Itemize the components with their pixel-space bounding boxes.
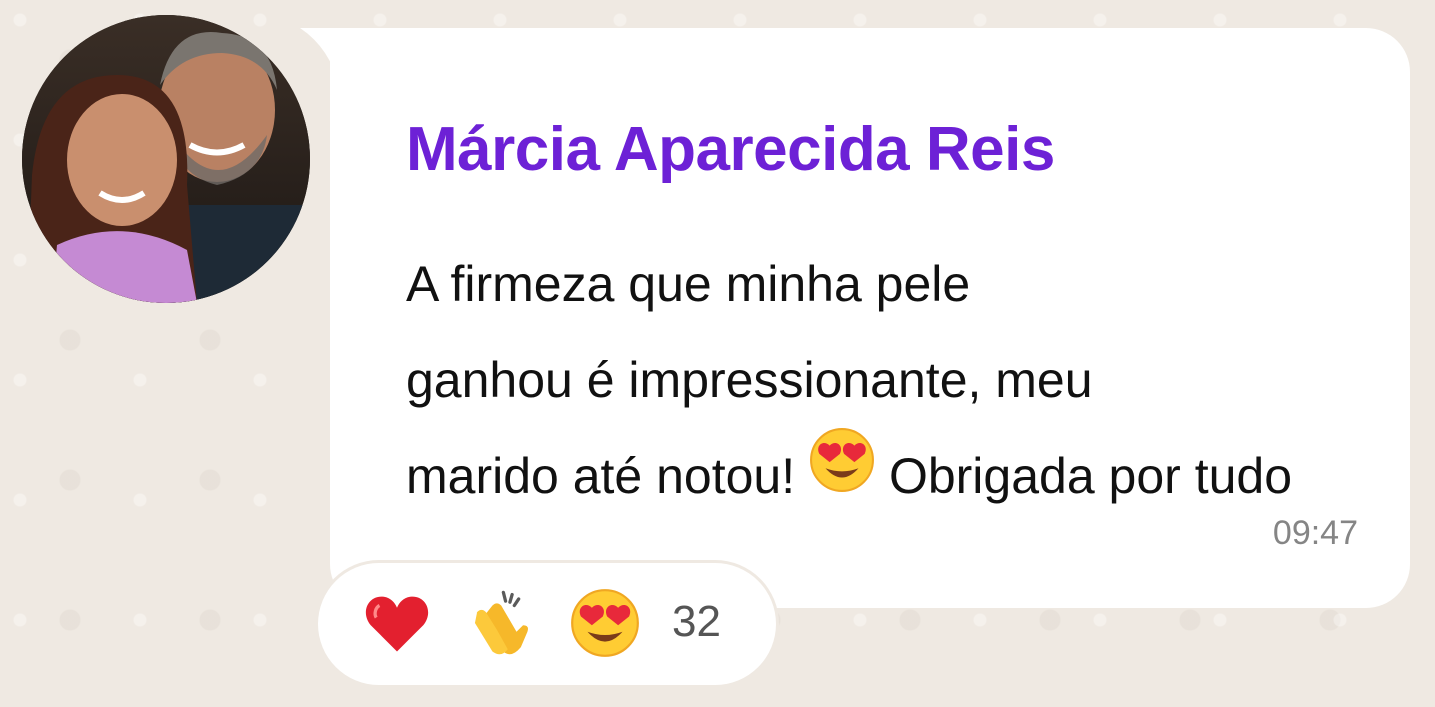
message-timestamp: 09:47 bbox=[1272, 514, 1358, 552]
reactions-pill[interactable]: 32 bbox=[318, 563, 776, 685]
message-line: marido até notou! Obrigada por tudo bbox=[406, 428, 1386, 528]
message-line-text-after-emoji: Obrigada por tudo bbox=[888, 448, 1293, 504]
avatar[interactable] bbox=[22, 15, 310, 303]
heart-eyes-emoji-icon[interactable] bbox=[570, 588, 640, 658]
message-bubble[interactable]: Márcia Aparecida Reis A firmeza que minh… bbox=[330, 28, 1410, 608]
message-line-text: marido até notou! bbox=[406, 448, 796, 504]
heart-emoji-icon[interactable] bbox=[362, 588, 432, 658]
message-line: A firmeza que minha pele bbox=[406, 256, 971, 312]
message-line: ganhou é impressionante, meu bbox=[406, 352, 1093, 408]
heart-eyes-emoji-icon bbox=[809, 427, 875, 524]
avatar-photo bbox=[22, 15, 310, 303]
clapping-hands-emoji-icon[interactable] bbox=[464, 588, 534, 658]
message-text: A firmeza que minha pele ganhou é impres… bbox=[406, 236, 1386, 528]
sender-name[interactable]: Márcia Aparecida Reis bbox=[406, 114, 1055, 185]
reaction-count: 32 bbox=[672, 597, 721, 646]
